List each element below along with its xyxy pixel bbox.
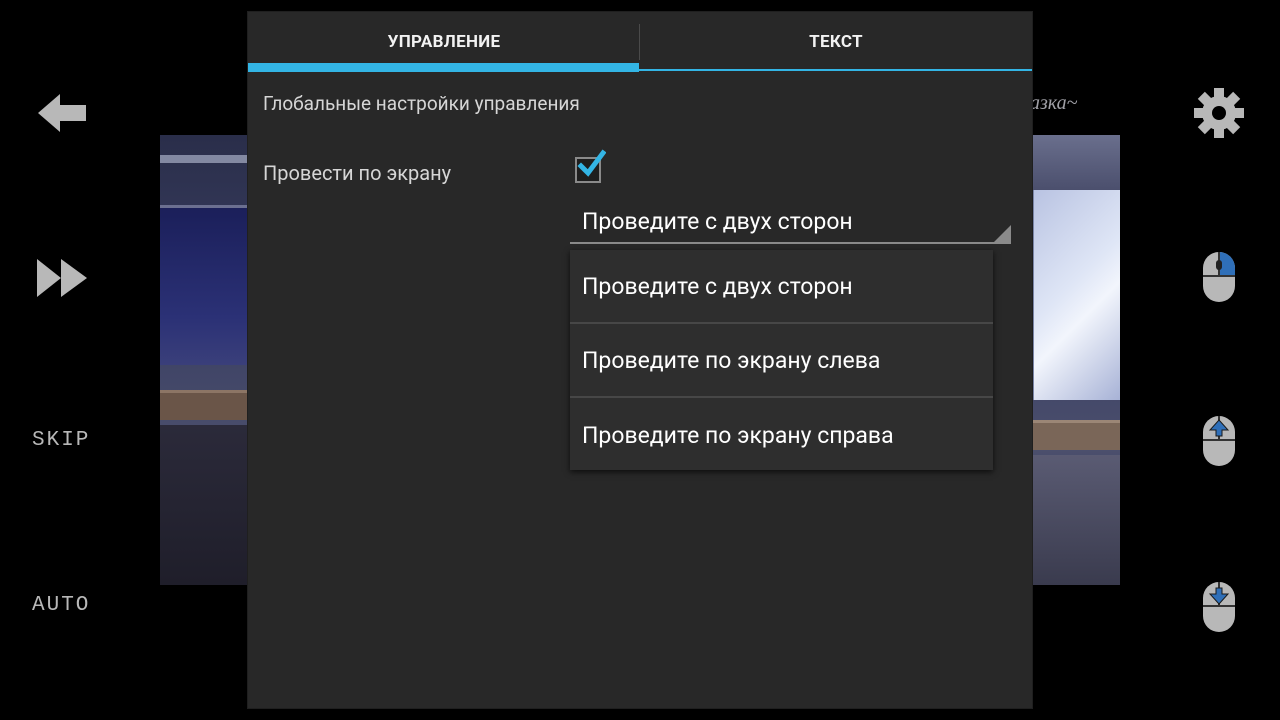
mouse-scroll-up-icon [1203,416,1235,466]
section-title: Глобальные настройки управления [263,92,580,115]
swipe-mode-selected: Проведите с двух сторон [582,208,853,235]
mouse-scroll-up-button[interactable] [1200,414,1238,468]
scene-right-floor [1030,455,1120,585]
tab-bar: УПРАВЛЕНИЕ ТЕКСТ [248,12,1032,72]
swipe-checkbox[interactable] [575,149,606,183]
swipe-setting-label: Провести по экрану [263,161,452,185]
gear-icon [1194,88,1244,138]
settings-button[interactable] [1192,86,1246,140]
swipe-mode-select[interactable]: Проведите с двух сторон [570,202,1011,244]
scene-right-window [1030,190,1120,400]
scene-left-desk [160,390,250,420]
scene-left-light [160,155,250,163]
fast-forward-button[interactable] [34,256,90,300]
dropdown-option-both-sides[interactable]: Проведите с двух сторон [570,250,993,324]
tab-divider [639,24,640,60]
mouse-scroll-down-icon [1203,582,1235,632]
checkmark-icon [577,149,606,177]
tab-text[interactable]: ТЕКСТ [640,12,1032,72]
scene-left-floor [160,425,250,585]
back-button[interactable] [34,90,90,136]
mouse-right-click-button[interactable] [1200,250,1238,304]
active-tab-indicator [248,63,639,72]
mouse-right-click-icon [1203,252,1235,302]
mouse-scroll-down-button[interactable] [1200,580,1238,634]
scene-right-desk [1030,420,1120,450]
scene-right-wall [1030,135,1120,190]
settings-dialog: УПРАВЛЕНИЕ ТЕКСТ Глобальные настройки уп… [248,12,1032,708]
dropdown-triangle-icon [993,225,1011,243]
dropdown-option-right[interactable]: Проведите по экрану справа [570,398,993,472]
game-title-fragment: азка~ [1030,92,1078,114]
scene-left-window [160,205,250,365]
auto-button[interactable]: AUTO [32,594,90,617]
swipe-mode-dropdown: Проведите с двух сторон Проведите по экр… [570,250,993,470]
fast-forward-icon [37,259,87,297]
back-arrow-icon [38,94,86,132]
screen: азка~ SKIP AUTO УПРАВЛЕНИЕ ТЕКСТ Глобаль… [0,0,1280,720]
dropdown-option-left[interactable]: Проведите по экрану слева [570,324,993,398]
skip-button[interactable]: SKIP [32,429,90,452]
